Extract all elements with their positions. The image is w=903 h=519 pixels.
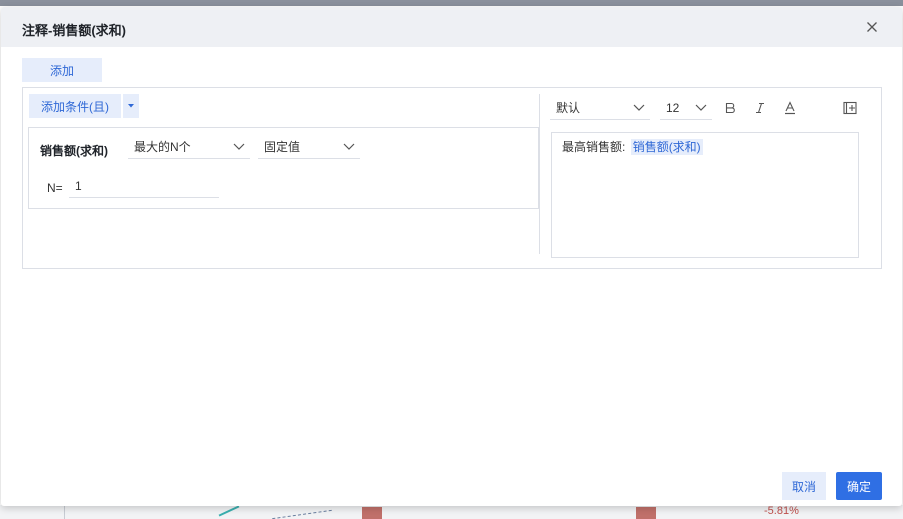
font-select-value: 默认 bbox=[556, 101, 581, 115]
bold-icon[interactable] bbox=[720, 98, 740, 118]
editor-field-tag[interactable]: 销售额(求和) bbox=[630, 139, 703, 155]
dialog-header: 注释-销售额(求和) bbox=[1, 7, 902, 47]
caret-down-icon[interactable] bbox=[123, 94, 139, 118]
annotation-dialog: 注释-销售额(求和) 添加 添加条件(且) 销售额(求和) 最大的N个 固定值 bbox=[1, 7, 902, 506]
rank-select[interactable]: 最大的N个 bbox=[128, 135, 250, 159]
background-bar bbox=[362, 507, 382, 519]
editor-text: 最高销售额: bbox=[562, 140, 626, 154]
chevron-down-icon bbox=[343, 143, 355, 150]
mode-select[interactable]: 固定值 bbox=[258, 135, 360, 159]
condition-box: 销售额(求和) 最大的N个 固定值 N= bbox=[28, 127, 539, 209]
annotation-editor[interactable]: 最高销售额: 销售额(求和) bbox=[551, 132, 859, 258]
mode-select-value: 固定值 bbox=[264, 140, 301, 154]
background-axis-line bbox=[64, 506, 65, 519]
chevron-down-icon bbox=[695, 104, 707, 111]
rank-select-value: 最大的N个 bbox=[134, 140, 191, 154]
background-bar bbox=[636, 507, 656, 519]
add-button[interactable]: 添加 bbox=[22, 58, 102, 82]
font-color-icon[interactable] bbox=[780, 98, 800, 118]
dialog-title: 注释-销售额(求和) bbox=[22, 23, 126, 38]
n-label: N= bbox=[47, 181, 63, 195]
chevron-down-icon bbox=[233, 143, 245, 150]
close-icon[interactable] bbox=[863, 18, 881, 36]
background-topbar bbox=[0, 0, 903, 6]
ok-button[interactable]: 确定 bbox=[836, 472, 882, 500]
condition-field-label: 销售额(求和) bbox=[40, 144, 108, 158]
font-size-value: 12 bbox=[666, 100, 680, 115]
panel-divider bbox=[539, 94, 540, 254]
cancel-button[interactable]: 取消 bbox=[782, 472, 826, 500]
add-condition-button[interactable]: 添加条件(且) bbox=[29, 94, 121, 118]
insert-field-icon[interactable] bbox=[840, 98, 860, 118]
font-select[interactable]: 默认 bbox=[550, 96, 650, 120]
add-condition-group: 添加条件(且) bbox=[29, 94, 139, 118]
italic-icon[interactable] bbox=[750, 98, 770, 118]
annotation-panel: 添加条件(且) 销售额(求和) 最大的N个 固定值 N= 默认 bbox=[22, 87, 882, 269]
chevron-down-icon bbox=[633, 104, 645, 111]
n-input[interactable] bbox=[69, 175, 219, 198]
font-size-select[interactable]: 12 bbox=[660, 96, 712, 120]
background-percent-label: -5.81% bbox=[764, 505, 799, 517]
